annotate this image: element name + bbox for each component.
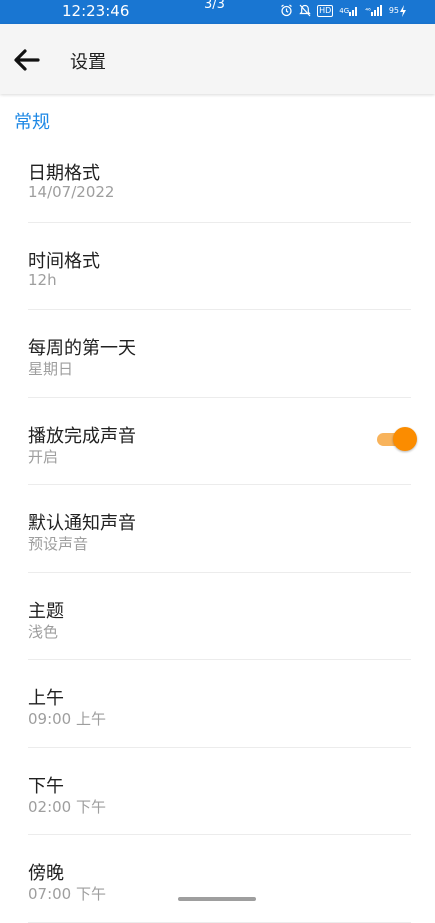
status-time: 12:23:46 bbox=[62, 2, 130, 20]
setting-title: 傍晚 bbox=[28, 863, 64, 884]
setting-value: 09:00 上午 bbox=[28, 710, 106, 728]
setting-evening[interactable]: 傍晚 07:00 下午 bbox=[0, 835, 435, 923]
setting-value: 02:00 下午 bbox=[28, 797, 106, 816]
signal-4g-icon: ⁴⁶ bbox=[365, 5, 383, 16]
setting-afternoon[interactable]: 下午 02:00 下午 bbox=[0, 748, 435, 836]
setting-value: 预设声音 bbox=[28, 535, 89, 553]
setting-title: 每周的第一天 bbox=[28, 338, 136, 359]
back-button[interactable] bbox=[12, 46, 44, 74]
mute-icon bbox=[299, 4, 311, 17]
network-label: 4G bbox=[339, 6, 350, 15]
hd-icon: HD bbox=[317, 4, 334, 17]
setting-value: 12h bbox=[28, 270, 57, 289]
setting-title: 上午 bbox=[28, 688, 64, 709]
setting-time-format[interactable]: 时间格式 12h bbox=[0, 223, 435, 311]
setting-title: 主题 bbox=[28, 600, 64, 622]
battery-charging-icon: 95 bbox=[388, 4, 407, 17]
alarm-icon bbox=[280, 4, 293, 17]
battery-level: 95 bbox=[388, 6, 399, 15]
setting-theme[interactable]: 主题 浅色 bbox=[0, 573, 435, 661]
setting-title: 时间格式 bbox=[28, 250, 100, 272]
setting-title: 默认通知声音 bbox=[28, 513, 136, 534]
completion-sound-toggle[interactable] bbox=[377, 426, 417, 452]
setting-default-notification-sound[interactable]: 默认通知声音 预设声音 bbox=[0, 485, 435, 573]
status-bar: 12:23:46 3/3 HD 4G ⁴⁶ 95 bbox=[0, 0, 435, 24]
signal-4g-icon: 4G bbox=[339, 5, 359, 16]
setting-title: 日期格式 bbox=[28, 163, 100, 184]
page-title: 设置 bbox=[70, 52, 106, 73]
setting-value: 星期日 bbox=[28, 360, 74, 378]
setting-value: 开启 bbox=[28, 447, 59, 466]
settings-list: 日期格式 14/07/2022 时间格式 12h 每周的第一天 星期日 播放完成… bbox=[0, 135, 435, 923]
toggle-thumb bbox=[393, 426, 417, 451]
setting-date-format[interactable]: 日期格式 14/07/2022 bbox=[0, 135, 435, 223]
setting-title: 下午 bbox=[28, 775, 64, 797]
setting-first-day-of-week[interactable]: 每周的第一天 星期日 bbox=[0, 310, 435, 398]
section-header-general: 常规 bbox=[14, 112, 50, 133]
setting-title: 播放完成声音 bbox=[28, 425, 136, 447]
status-icons: HD 4G ⁴⁶ 95 bbox=[280, 4, 407, 17]
setting-value: 14/07/2022 bbox=[28, 183, 115, 201]
page-indicator: 3/3 bbox=[204, 0, 225, 12]
setting-play-completion-sound[interactable]: 播放完成声音 开启 bbox=[0, 398, 435, 486]
setting-value: 浅色 bbox=[28, 622, 59, 641]
arrow-left-icon bbox=[14, 49, 40, 71]
navigation-handle[interactable] bbox=[178, 897, 256, 901]
setting-morning[interactable]: 上午 09:00 上午 bbox=[0, 660, 435, 748]
app-bar: 设置 bbox=[0, 24, 435, 94]
